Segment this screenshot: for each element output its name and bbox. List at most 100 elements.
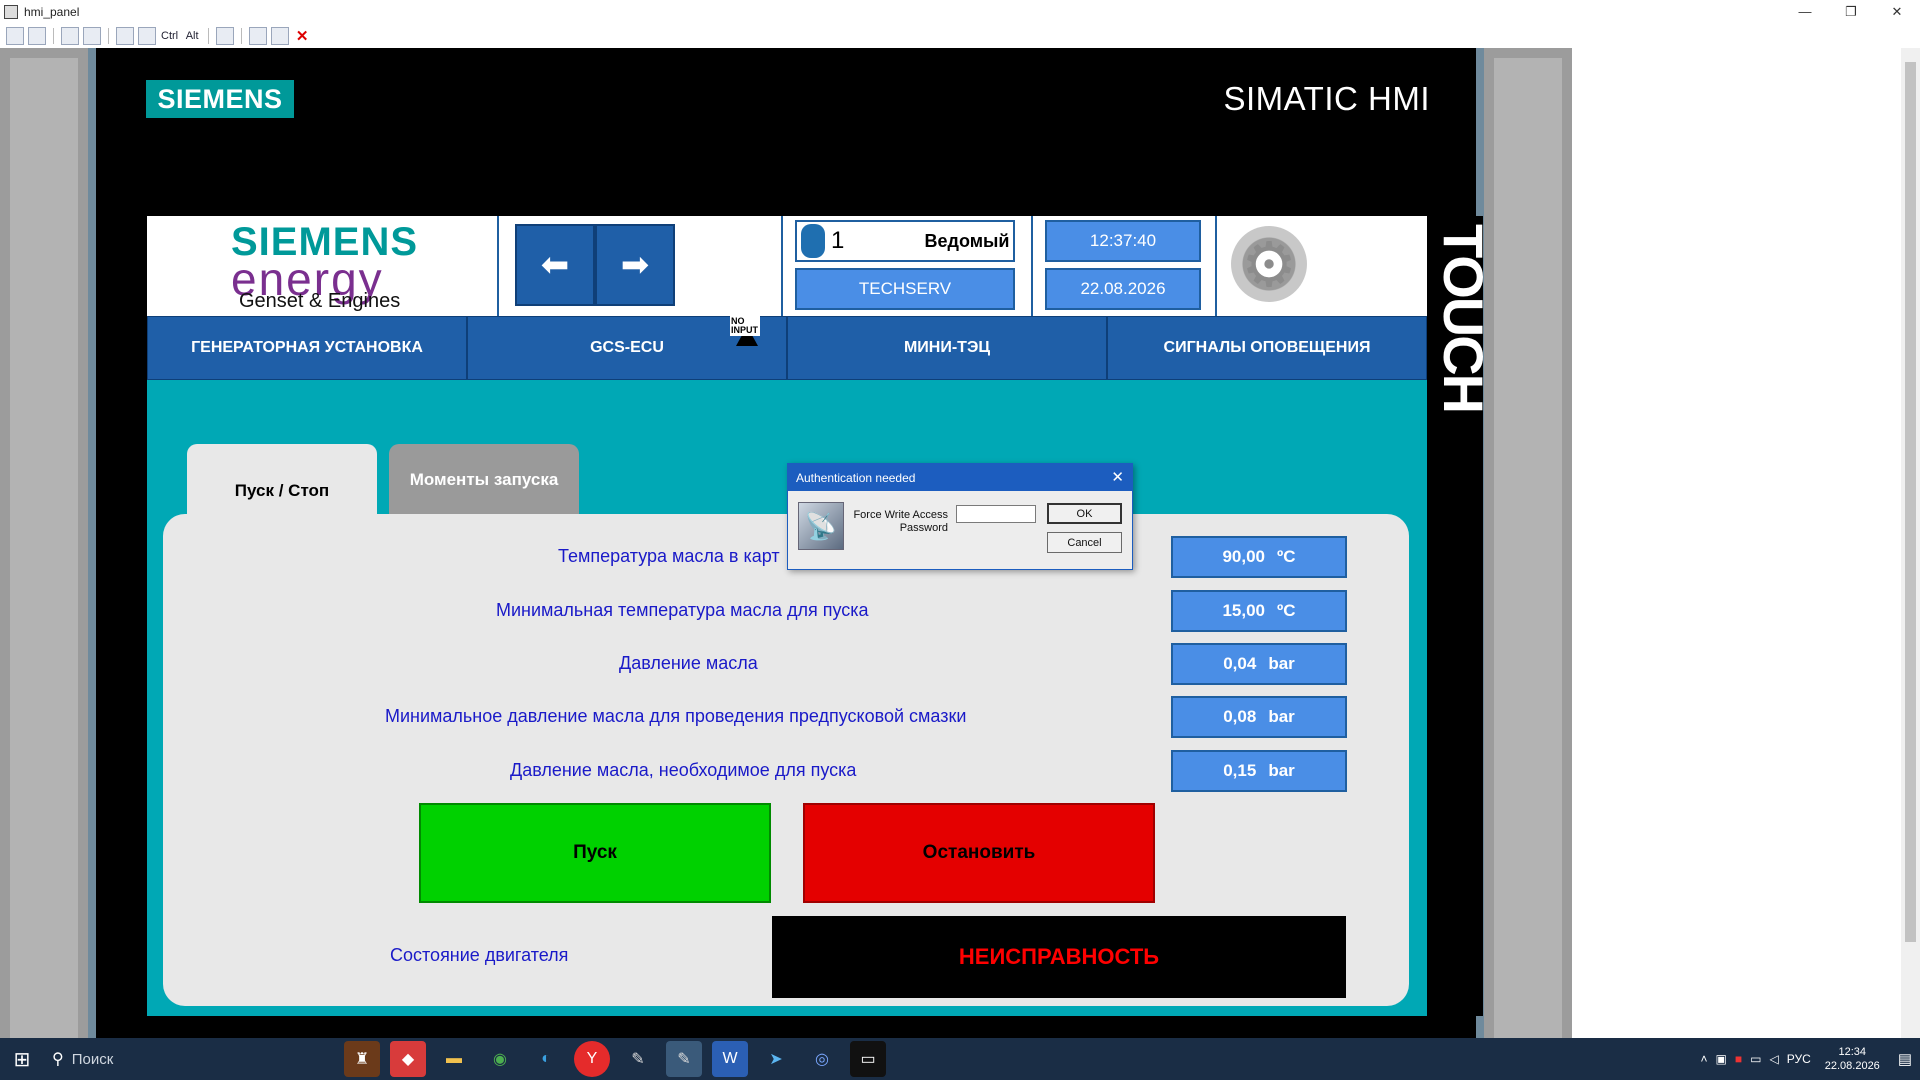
copy-icon[interactable] bbox=[216, 26, 235, 45]
simatic-hmi-label: SIMATIC HMI bbox=[1223, 80, 1430, 117]
param-label: Давление масла bbox=[619, 653, 758, 673]
panel-left-bar bbox=[0, 48, 88, 1038]
param-value: 15,00 bbox=[1222, 601, 1266, 620]
time-field: 12:37:40 bbox=[1045, 220, 1201, 262]
notification-icon[interactable]: ▤ bbox=[1898, 1050, 1912, 1068]
start-pressure-field[interactable]: 0,15 bar bbox=[1171, 750, 1347, 792]
cancel-button[interactable]: Cancel bbox=[1047, 532, 1122, 553]
username-field[interactable]: TECHSERV bbox=[795, 268, 1015, 310]
back-button[interactable]: ⬅ bbox=[515, 224, 595, 306]
ctrl-alt-del-icon[interactable] bbox=[138, 26, 156, 45]
touch-strip: TOUCH bbox=[1427, 216, 1495, 1016]
window-controls: — ❐ ✕ bbox=[1782, 0, 1920, 23]
menu-alarm-signals[interactable]: СИГНАЛЫ ОПОВЕЩЕНИЯ bbox=[1107, 316, 1427, 380]
telegram-icon[interactable]: ➤ bbox=[758, 1041, 794, 1077]
restore-button[interactable]: ❐ bbox=[1828, 0, 1874, 23]
menu-mini-chp[interactable]: МИНИ-ТЭЦ bbox=[787, 316, 1107, 380]
header-divider bbox=[1031, 216, 1033, 316]
refresh-icon[interactable] bbox=[83, 26, 101, 45]
engine-state-value: НЕИСПРАВНОСТЬ bbox=[772, 916, 1346, 998]
no-input-label: NO INPUT bbox=[730, 316, 760, 336]
yandex-browser-icon[interactable]: Y bbox=[574, 1041, 610, 1077]
vertical-scrollbar[interactable] bbox=[1901, 48, 1920, 1038]
dialog-title: Authentication needed bbox=[796, 470, 916, 485]
document-icon[interactable] bbox=[28, 26, 46, 45]
app-circle-icon[interactable]: ◎ bbox=[804, 1041, 840, 1077]
password-input[interactable] bbox=[956, 505, 1036, 523]
forward-button[interactable]: ➡ bbox=[595, 224, 675, 306]
hmi-header: SIEMENS energy Genset & Engines ⬅ ➡ 1 Ве… bbox=[147, 216, 1427, 316]
tab-start-stop[interactable]: Пуск / Стоп bbox=[187, 444, 377, 514]
clock-time: 12:34 bbox=[1838, 1046, 1867, 1058]
terminal-icon[interactable]: ▭ bbox=[850, 1041, 886, 1077]
file-explorer-icon[interactable]: ▬ bbox=[436, 1041, 472, 1077]
search-icon: ⚲ bbox=[52, 1051, 64, 1068]
oil-temp-field[interactable]: 90,00 ºC bbox=[1171, 536, 1347, 578]
app-active-pen-icon[interactable]: ✎ bbox=[666, 1041, 702, 1077]
header-divider bbox=[781, 216, 783, 316]
connect-icon[interactable] bbox=[116, 26, 134, 45]
min-oil-temp-field[interactable]: 15,00 ºC bbox=[1171, 590, 1347, 632]
user-box[interactable]: 1 Ведомый bbox=[795, 220, 1015, 262]
password-label-line2: Password bbox=[899, 522, 948, 534]
siemens-energy-logo: SIEMENS energy Genset & Engines bbox=[147, 216, 499, 316]
header-divider bbox=[1215, 216, 1217, 316]
user-icon bbox=[801, 224, 825, 258]
toolbar-separator bbox=[208, 27, 210, 44]
main-menu: ГЕНЕРАТОРНАЯ УСТАНОВКА GCS-ECU МИНИ-ТЭЦ … bbox=[147, 316, 1427, 380]
tab-start-moments[interactable]: Моменты запуска bbox=[389, 444, 579, 514]
minimize-button[interactable]: — bbox=[1782, 0, 1828, 23]
dialog-titlebar: Authentication needed ✕ bbox=[788, 464, 1132, 491]
ctrl-key-button[interactable]: Ctrl bbox=[160, 27, 179, 45]
bezel-strip-left bbox=[88, 48, 96, 1038]
tray-expand-icon[interactable]: ˄ bbox=[1701, 1052, 1708, 1066]
app-anydesk-icon[interactable]: ◆ bbox=[390, 1041, 426, 1077]
min-prelube-pressure-field[interactable]: 0,08 bar bbox=[1171, 696, 1347, 738]
touch-label: TOUCH bbox=[1432, 224, 1495, 413]
arrow-left-icon: ⬅ bbox=[540, 246, 570, 284]
toolbar-separator bbox=[241, 27, 243, 44]
param-unit: bar bbox=[1268, 761, 1295, 780]
no-input-cursor-icon: NO INPUT bbox=[730, 316, 760, 348]
dialog-close-icon[interactable]: ✕ bbox=[1111, 468, 1124, 486]
ok-button[interactable]: OK bbox=[1047, 503, 1122, 524]
toolbar-separator bbox=[53, 27, 54, 44]
user-id: 1 bbox=[831, 227, 845, 254]
chrome-icon[interactable]: ◉ bbox=[482, 1041, 518, 1077]
scrollbar-thumb[interactable] bbox=[1905, 62, 1916, 942]
language-indicator[interactable]: РУС bbox=[1787, 1052, 1811, 1066]
taskbar-search[interactable]: ⚲ Поиск bbox=[44, 1038, 254, 1080]
alt-key-button[interactable]: Alt bbox=[183, 27, 201, 45]
tray-app-icon[interactable]: ■ bbox=[1735, 1052, 1742, 1066]
save-icon[interactable] bbox=[271, 26, 290, 45]
paste-icon[interactable] bbox=[249, 26, 268, 45]
start-button[interactable]: Пуск bbox=[419, 803, 771, 903]
auth-dialog: Authentication needed ✕ 📡 Force Write Ac… bbox=[787, 463, 1133, 570]
app-pen-icon[interactable]: ✎ bbox=[620, 1041, 656, 1077]
word-icon[interactable]: W bbox=[712, 1041, 748, 1077]
properties-icon[interactable] bbox=[6, 26, 24, 45]
toolbar-separator bbox=[108, 27, 109, 44]
arrow-right-icon: ➡ bbox=[620, 246, 650, 284]
fullscreen-icon[interactable] bbox=[61, 26, 79, 45]
disconnect-icon[interactable]: ✕ bbox=[293, 27, 311, 45]
windows-start-button[interactable]: ⊞ bbox=[0, 1038, 44, 1080]
oil-pressure-field[interactable]: 0,04 bar bbox=[1171, 643, 1347, 685]
close-window-button[interactable]: ✕ bbox=[1874, 0, 1920, 23]
stop-button[interactable]: Остановить bbox=[803, 803, 1155, 903]
tray-display-icon[interactable]: ▭ bbox=[1750, 1052, 1761, 1066]
settings-gear-icon[interactable]: ⚙ bbox=[1231, 226, 1307, 302]
password-label-line1: Force Write Access bbox=[853, 509, 948, 521]
window-titlebar: hmi_panel — ❐ ✕ bbox=[0, 0, 1920, 23]
search-placeholder: Поиск bbox=[71, 1050, 114, 1068]
taskbar-clock[interactable]: 12:34 22.08.2026 bbox=[1825, 1045, 1880, 1073]
app-game-icon[interactable]: ♜ bbox=[344, 1041, 380, 1077]
tray-network-icon[interactable]: ▣ bbox=[1716, 1052, 1727, 1066]
user-role: Ведомый bbox=[924, 230, 1010, 251]
volume-icon[interactable]: ◁ bbox=[1769, 1052, 1778, 1066]
param-unit: bar bbox=[1268, 654, 1295, 673]
password-label: Force Write Access Password bbox=[848, 509, 948, 535]
clock-date: 22.08.2026 bbox=[1824, 1060, 1880, 1072]
edge-icon[interactable]: ◐ bbox=[528, 1041, 564, 1077]
menu-generator-set[interactable]: ГЕНЕРАТОРНАЯ УСТАНОВКА bbox=[147, 316, 467, 380]
